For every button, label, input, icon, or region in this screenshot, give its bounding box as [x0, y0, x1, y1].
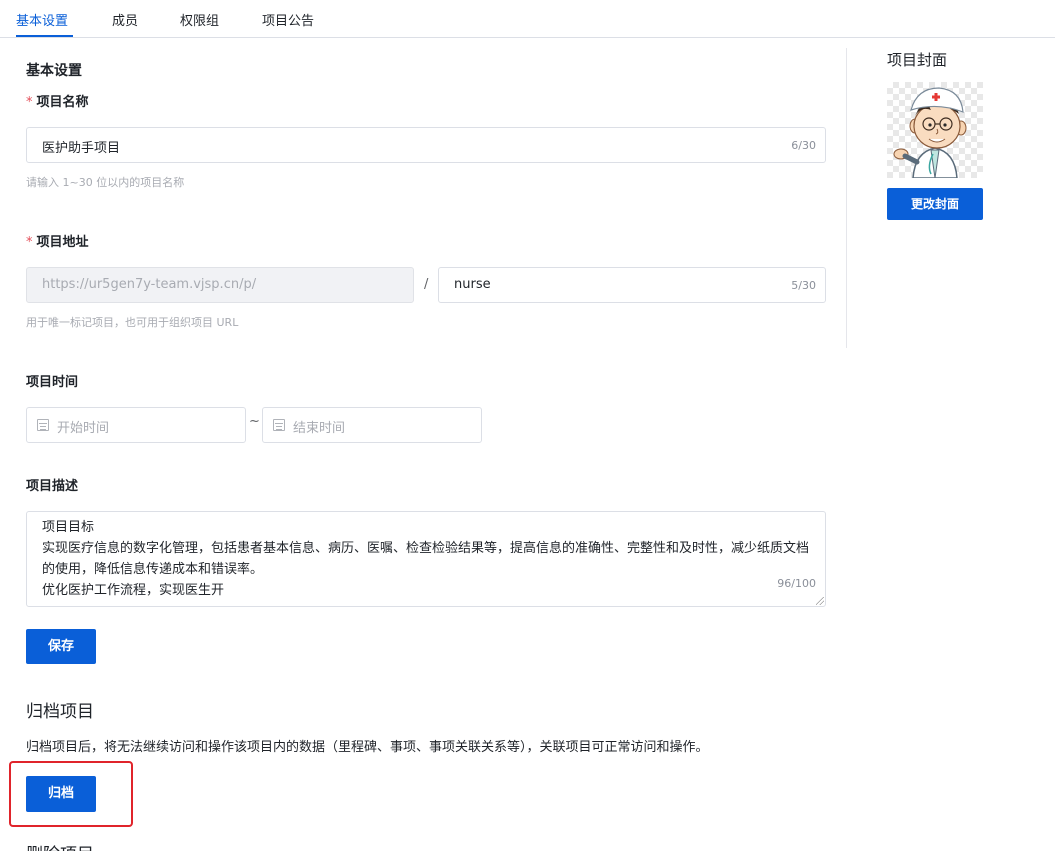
- tab-bar: 基本设置 成员 权限组 项目公告: [0, 0, 1055, 38]
- project-description-value: 项目目标 实现医疗信息的数字化管理，包括患者基本信息、病历、医嘱、检查检验结果等…: [42, 520, 810, 598]
- start-date-picker[interactable]: 开始时间: [26, 407, 246, 443]
- active-tab-indicator: [16, 35, 73, 37]
- project-time-label: 项目时间: [26, 375, 79, 390]
- tab-permission-groups[interactable]: 权限组: [180, 10, 219, 29]
- archive-button[interactable]: 归档: [26, 776, 96, 812]
- project-address-label: * 项目地址: [26, 231, 89, 250]
- resize-grip-icon[interactable]: [816, 597, 824, 605]
- address-separator: /: [424, 277, 429, 292]
- project-name-input[interactable]: 医护助手项目 6/30: [26, 127, 826, 163]
- project-address-value: nurse: [454, 277, 491, 292]
- tab-members[interactable]: 成员: [112, 10, 138, 29]
- project-address-char-count: 5/30: [791, 279, 816, 292]
- delete-section-title: 删除项目: [26, 840, 94, 851]
- project-name-label: * 项目名称: [26, 91, 89, 110]
- date-range-separator: ~: [249, 414, 260, 429]
- archive-section-title: 归档项目: [26, 702, 94, 722]
- end-date-picker[interactable]: 结束时间: [262, 407, 482, 443]
- project-name-value: 医护助手项目: [42, 141, 121, 156]
- required-mark: *: [26, 235, 33, 250]
- start-date-placeholder: 开始时间: [57, 421, 110, 436]
- end-date-placeholder: 结束时间: [293, 421, 346, 436]
- project-description-textarea[interactable]: 项目目标 实现医疗信息的数字化管理，包括患者基本信息、病历、医嘱、检查检验结果等…: [26, 511, 826, 607]
- project-address-prefix: https://ur5gen7y-team.vjsp.cn/p/: [42, 277, 257, 292]
- project-name-char-count: 6/30: [791, 139, 816, 152]
- panel-divider: [846, 48, 847, 348]
- required-mark: *: [26, 95, 33, 110]
- project-description-char-count: 96/100: [777, 577, 816, 590]
- calendar-icon: [273, 419, 285, 431]
- change-cover-button[interactable]: 更改封面: [887, 188, 983, 220]
- project-description-label: 项目描述: [26, 479, 79, 494]
- save-button[interactable]: 保存: [26, 629, 96, 664]
- archive-description: 归档项目后，将无法继续访问和操作该项目内的数据（里程碑、事项、事项关联关系等），…: [26, 740, 709, 755]
- tab-basic-settings[interactable]: 基本设置: [16, 10, 68, 29]
- project-address-input[interactable]: nurse 5/30: [438, 267, 826, 303]
- project-address-prefix-input: https://ur5gen7y-team.vjsp.cn/p/: [26, 267, 414, 303]
- doctor-avatar-icon: [893, 87, 967, 178]
- project-address-label-text: 项目地址: [36, 235, 89, 250]
- project-address-hint: 用于唯一标记项目，也可用于组织项目 URL: [26, 316, 239, 329]
- project-name-hint: 请输入 1~30 位以内的项目名称: [26, 176, 185, 189]
- project-cover-image: [887, 82, 983, 178]
- calendar-icon: [37, 419, 49, 431]
- project-name-label-text: 项目名称: [36, 95, 89, 110]
- cover-title: 项目封面: [887, 51, 948, 69]
- tab-announcements[interactable]: 项目公告: [262, 10, 314, 29]
- section-title: 基本设置: [26, 63, 82, 79]
